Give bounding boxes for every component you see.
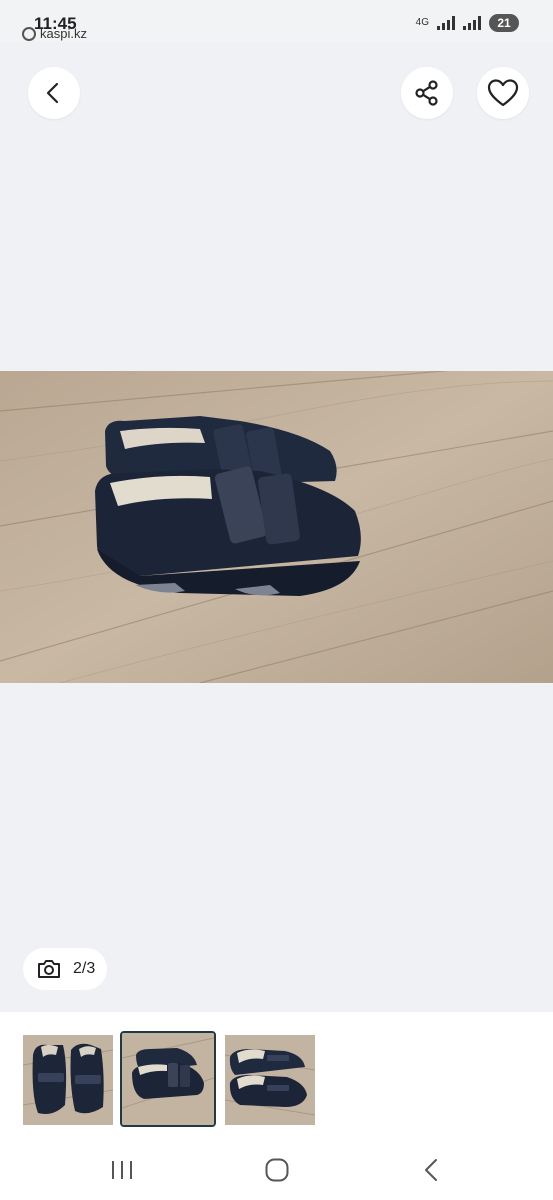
system-back-button[interactable]: [411, 1150, 451, 1190]
product-photo[interactable]: [0, 371, 553, 683]
status-app-label: kaspi.kz: [40, 26, 87, 41]
home-icon: [265, 1158, 289, 1182]
photo-counter: 2/3: [23, 948, 108, 990]
heart-icon: [487, 79, 519, 107]
system-back-icon: [425, 1159, 437, 1181]
network-type: 4G: [415, 17, 429, 28]
signal-icon: [437, 16, 455, 30]
recents-button[interactable]: [102, 1150, 142, 1190]
kaspi-logo-icon: [22, 26, 36, 41]
battery-level: 21: [489, 14, 519, 32]
home-button[interactable]: [257, 1150, 297, 1190]
thumbnail-3[interactable]: [225, 1035, 315, 1125]
thumbnail-2-image: [122, 1033, 214, 1125]
recents-icon: [112, 1161, 132, 1179]
signal-icon-2: [463, 16, 481, 30]
shoe-photo-image: [0, 371, 553, 683]
status-indicators: 4G 21: [416, 14, 519, 32]
share-icon: [415, 80, 438, 106]
camera-icon: [38, 960, 60, 978]
system-nav-bar: [0, 1140, 553, 1200]
photo-counter-text: 2/3: [73, 960, 96, 977]
thumbnail-2[interactable]: [120, 1031, 216, 1127]
thumbnail-1[interactable]: [23, 1035, 113, 1125]
chevron-left-icon: [46, 82, 59, 104]
status-app: kaspi.kz: [22, 26, 87, 41]
favorite-button[interactable]: [477, 67, 529, 119]
thumbnail-3-image: [225, 1035, 315, 1125]
thumbnail-1-image: [23, 1035, 113, 1125]
back-button[interactable]: [28, 67, 80, 119]
share-button[interactable]: [401, 67, 453, 119]
status-bar: 11:45 kaspi.kz 4G 21: [0, 0, 553, 42]
